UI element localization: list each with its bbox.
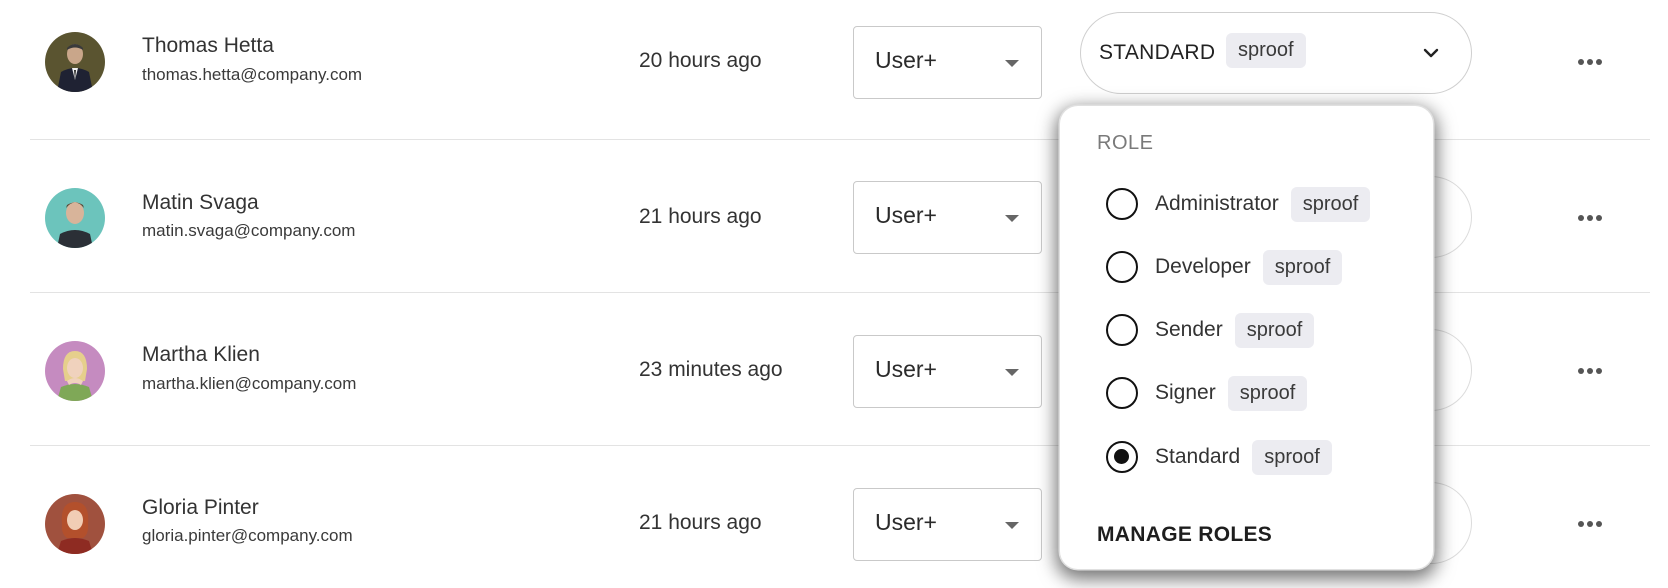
avatar [45, 494, 105, 554]
caret-down-icon [1005, 60, 1019, 67]
account-type-value: User+ [875, 202, 937, 228]
role-tag: sproof [1262, 249, 1343, 285]
last-active: 21 hours ago [639, 205, 762, 228]
role-option-administrator[interactable]: Administrator sproof [1106, 184, 1371, 224]
more-options-button[interactable] [1578, 521, 1602, 527]
user-name: Thomas Hetta [142, 34, 274, 57]
more-options-button[interactable] [1578, 59, 1602, 65]
dot-icon [1596, 521, 1602, 527]
role-option-signer[interactable]: Signer sproof [1106, 373, 1308, 413]
account-type-select[interactable]: User+ [853, 335, 1042, 408]
role-tag: sproof [1234, 312, 1315, 348]
avatar [45, 188, 105, 248]
account-type-select[interactable]: User+ [853, 488, 1042, 561]
role-tag: sproof [1290, 186, 1371, 222]
user-email: martha.klien@company.com [142, 374, 357, 393]
dot-icon [1578, 215, 1584, 221]
dot-icon [1578, 368, 1584, 374]
user-name: Martha Klien [142, 343, 260, 366]
dot-icon [1587, 521, 1593, 527]
user-email: thomas.hetta@company.com [142, 65, 363, 84]
radio-button[interactable] [1106, 188, 1138, 220]
man-suit-avatar-icon [45, 32, 105, 92]
chevron-down-icon [1423, 48, 1439, 58]
role-dropdown-trigger[interactable]: STANDARD sproof [1080, 12, 1472, 94]
dot-icon [1587, 59, 1593, 65]
avatar [45, 32, 105, 92]
role-option-sender[interactable]: Sender sproof [1106, 310, 1315, 350]
role-option-standard[interactable]: Standard sproof [1106, 437, 1332, 477]
role-option-label: Administrator [1155, 192, 1279, 215]
dot-icon [1578, 521, 1584, 527]
avatar [45, 341, 105, 401]
account-type-value: User+ [875, 356, 937, 382]
caret-down-icon [1005, 215, 1019, 222]
young-man-avatar-icon [45, 188, 105, 248]
role-dropdown-menu: ROLE Administrator sproof Developer spro… [1060, 106, 1433, 569]
selected-role-label: STANDARD [1099, 41, 1216, 64]
role-menu-header: ROLE [1097, 132, 1154, 154]
blonde-woman-avatar-icon [45, 341, 105, 401]
more-options-button[interactable] [1578, 215, 1602, 221]
caret-down-icon [1005, 522, 1019, 529]
last-active: 21 hours ago [639, 511, 762, 534]
user-name: Matin Svaga [142, 191, 259, 214]
radio-button[interactable] [1106, 377, 1138, 409]
last-active: 23 minutes ago [639, 358, 783, 381]
dot-icon [1587, 215, 1593, 221]
dot-icon [1596, 368, 1602, 374]
role-option-developer[interactable]: Developer sproof [1106, 247, 1343, 287]
dot-icon [1578, 59, 1584, 65]
account-type-value: User+ [875, 47, 937, 73]
radio-button[interactable] [1106, 251, 1138, 283]
user-email: gloria.pinter@company.com [142, 526, 353, 545]
role-option-label: Standard [1155, 445, 1241, 468]
role-option-label: Signer [1155, 381, 1216, 404]
account-type-value: User+ [875, 509, 937, 535]
radio-button[interactable] [1106, 314, 1138, 346]
last-active: 20 hours ago [639, 49, 762, 72]
role-tag: sproof [1226, 33, 1306, 68]
account-type-select[interactable]: User+ [853, 26, 1042, 99]
role-tag: sproof [1227, 375, 1308, 411]
manage-roles-link[interactable]: MANAGE ROLES [1097, 523, 1272, 547]
role-option-label: Developer [1155, 255, 1251, 278]
user-name: Gloria Pinter [142, 496, 259, 519]
role-option-label: Sender [1155, 318, 1223, 341]
role-tag: sproof [1252, 439, 1332, 475]
more-options-button[interactable] [1578, 368, 1602, 374]
red-hair-woman-avatar-icon [45, 494, 105, 554]
dot-icon [1596, 215, 1602, 221]
dot-icon [1587, 368, 1593, 374]
radio-button-selected[interactable] [1106, 441, 1138, 473]
dot-icon [1596, 59, 1602, 65]
user-email: matin.svaga@company.com [142, 221, 356, 240]
account-type-select[interactable]: User+ [853, 181, 1042, 254]
caret-down-icon [1005, 369, 1019, 376]
